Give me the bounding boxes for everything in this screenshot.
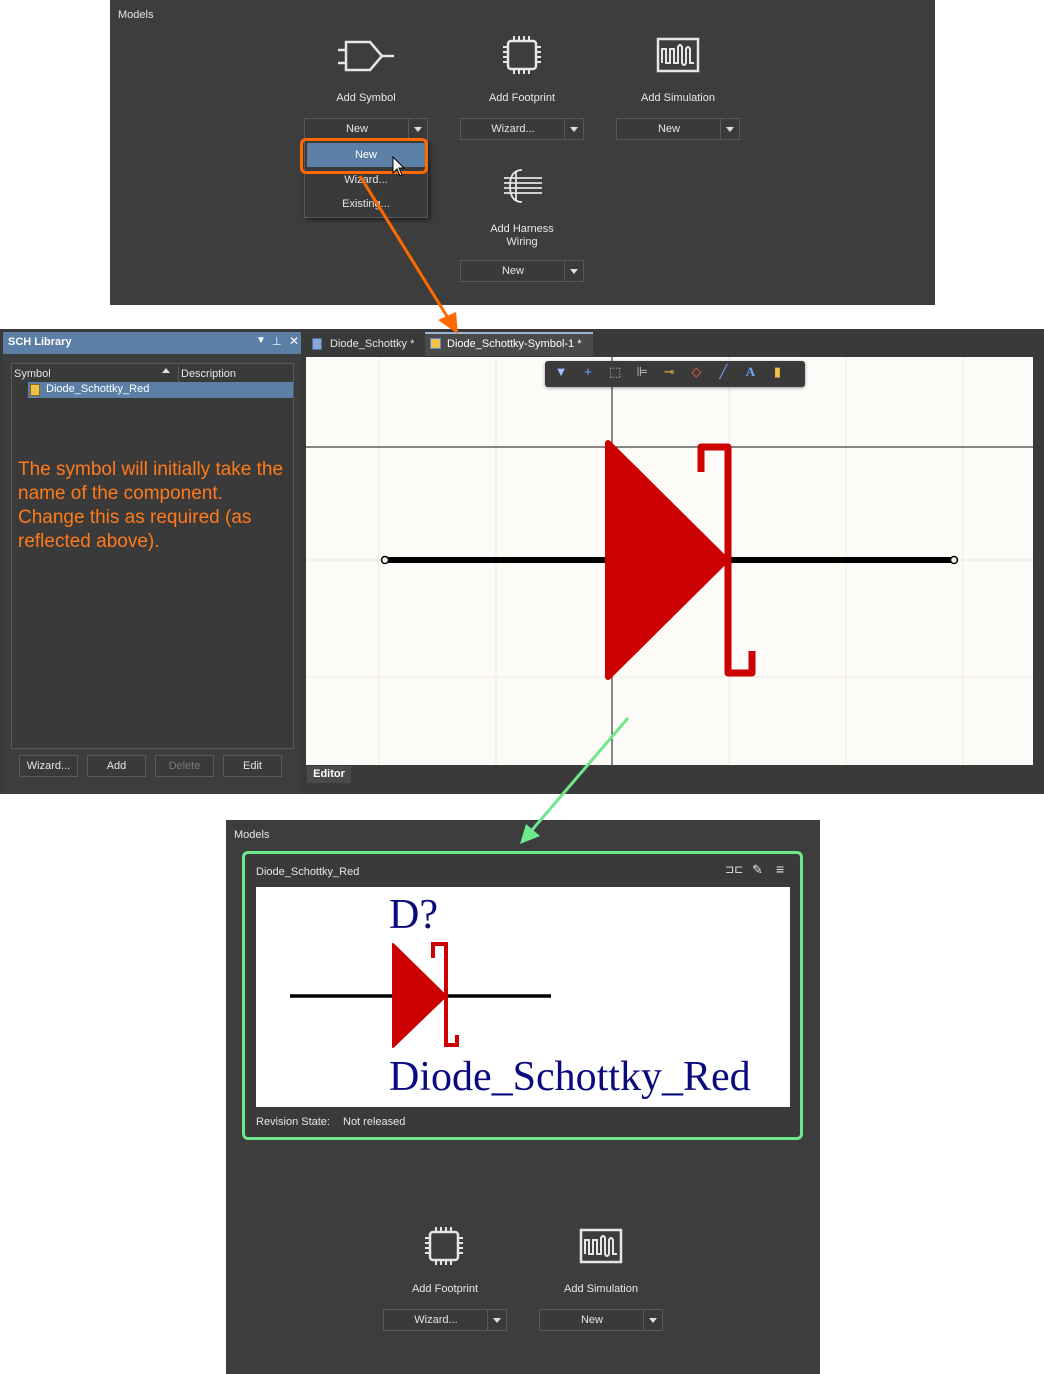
add-simulation-label: Add Simulation	[564, 1283, 638, 1295]
show-pins-icon[interactable]: ⊐⊏	[725, 863, 745, 877]
pin-place-icon[interactable]: ⊸	[657, 361, 681, 383]
wizard-button[interactable]: Wizard...	[19, 755, 78, 777]
footprint-chip-icon[interactable]	[502, 35, 542, 75]
panel-menu-icon[interactable]: ▼	[256, 335, 266, 346]
column-header-symbol[interactable]: Symbol	[14, 366, 176, 382]
add-symbol-dropdown[interactable]: New	[304, 118, 428, 140]
chevron-down-icon[interactable]	[643, 1310, 662, 1330]
symbol-name: Diode_Schottky_Red	[46, 383, 150, 395]
harness-wiring-icon[interactable]	[500, 166, 544, 206]
revision-state-label: Revision State:	[256, 1116, 330, 1128]
edit-button[interactable]: Edit	[223, 755, 282, 777]
tab-label: Diode_Schottky *	[330, 338, 415, 350]
add-button[interactable]: Add	[87, 755, 146, 777]
editor-bottom-bar	[306, 765, 1033, 783]
chevron-down-icon[interactable]	[564, 261, 583, 281]
add-harness-dropdown[interactable]: New	[460, 260, 584, 282]
simulation-waveform-icon[interactable]	[656, 37, 700, 73]
add-symbol-icon[interactable]	[336, 36, 396, 76]
add-simulation-dropdown-value: New	[657, 123, 680, 135]
chevron-down-icon[interactable]	[720, 119, 739, 139]
component-icon[interactable]: ▮	[766, 361, 790, 383]
add-footprint-label: Add Footprint	[411, 1283, 479, 1295]
model-card[interactable]: Diode_Schottky_Red ⊐⊏ ✎ ≡ D? Diode_Schot…	[242, 851, 803, 1140]
comment-text: Diode_Schottky_Red	[389, 1054, 751, 1100]
filter-icon[interactable]: ▼	[549, 361, 573, 383]
text-icon[interactable]: A	[738, 361, 762, 383]
symbol-component-icon	[30, 384, 40, 396]
sch-library-title: SCH Library	[8, 336, 72, 348]
sch-library-header: SCH Library ▼ ⊥ ✕	[3, 332, 301, 354]
tab-label: Diode_Schottky-Symbol-1 *	[447, 338, 582, 350]
delete-button[interactable]: Delete	[155, 755, 214, 777]
crosshair-icon[interactable]: +	[576, 361, 600, 383]
menu-item-existing[interactable]: Existing...	[307, 193, 425, 215]
mouse-cursor-icon	[392, 155, 406, 178]
add-footprint-dropdown-value: Wizard...	[491, 123, 535, 135]
add-symbol-dropdown-value: New	[345, 123, 368, 135]
symbol-doc-icon	[430, 338, 441, 349]
table-row[interactable]: Diode_Schottky_Red	[28, 382, 293, 398]
fill-icon[interactable]: ◇	[684, 361, 708, 383]
line-icon[interactable]: ╱	[711, 361, 735, 383]
add-simulation-label: Add Simulation	[641, 92, 715, 104]
highlight-new-outline	[300, 138, 428, 174]
schematic-canvas[interactable]: ▼ + ⬚ ⊫ ⊸ ◇ ╱ A ▮	[306, 357, 1033, 765]
bottom-models-panel: Models Diode_Schottky_Red ⊐⊏ ✎ ≡ D? Diod…	[226, 820, 820, 1374]
tab-editor[interactable]: Editor	[307, 766, 351, 783]
add-footprint-dropdown[interactable]: Wizard...	[383, 1309, 507, 1331]
add-simulation-dropdown[interactable]: New	[616, 118, 740, 140]
add-symbol-label: Add Symbol	[336, 92, 396, 104]
add-harness-label-line2: Wiring	[506, 236, 538, 248]
bottom-models-title: Models	[234, 829, 270, 841]
designator-text: D?	[389, 892, 438, 938]
revision-state-value: Not released	[343, 1116, 406, 1128]
model-card-name: Diode_Schottky_Red	[256, 866, 360, 878]
simulation-waveform-icon[interactable]	[579, 1228, 623, 1264]
add-harness-label-line1: Add Harness	[490, 223, 554, 235]
close-icon[interactable]: ✕	[289, 334, 299, 348]
add-footprint-dropdown[interactable]: Wizard...	[460, 118, 584, 140]
schematic-doc-icon	[312, 338, 322, 350]
annotation-text: The symbol will initially take the name …	[18, 459, 284, 552]
pin-icon[interactable]: ⊥	[272, 335, 282, 348]
align-icon[interactable]: ⊫	[630, 361, 654, 383]
menu-lines-icon[interactable]: ≡	[776, 861, 784, 877]
chevron-down-icon[interactable]	[408, 119, 427, 139]
chevron-down-icon[interactable]	[487, 1310, 506, 1330]
sort-ascending-icon	[162, 368, 170, 373]
model-preview: D? Diode_Schottky_Red	[256, 887, 790, 1107]
footprint-chip-icon[interactable]	[424, 1226, 464, 1266]
symbol-list[interactable]: Symbol Description Diode_Schottky_Red Th…	[11, 363, 294, 749]
tab-diode-schottky[interactable]: Diode_Schottky *	[306, 332, 424, 356]
add-footprint-label: Add Footprint	[488, 92, 556, 104]
editor-toolbar: ▼ + ⬚ ⊫ ⊸ ◇ ╱ A ▮	[545, 361, 805, 387]
select-rect-icon[interactable]: ⬚	[603, 361, 627, 383]
column-header-description[interactable]: Description	[178, 366, 293, 382]
edit-pencil-icon[interactable]: ✎	[752, 862, 763, 878]
top-models-title: Models	[118, 9, 154, 21]
top-models-panel: Models Add Symbol Add Footprint Add Simu…	[110, 0, 935, 305]
tab-diode-schottky-symbol[interactable]: Diode_Schottky-Symbol-1 *	[425, 332, 593, 356]
add-harness-dropdown-value: New	[501, 265, 524, 277]
add-footprint-dropdown-value: Wizard...	[414, 1314, 458, 1326]
chevron-down-icon[interactable]	[564, 119, 583, 139]
add-simulation-dropdown-value: New	[580, 1314, 603, 1326]
add-simulation-dropdown[interactable]: New	[539, 1309, 663, 1331]
